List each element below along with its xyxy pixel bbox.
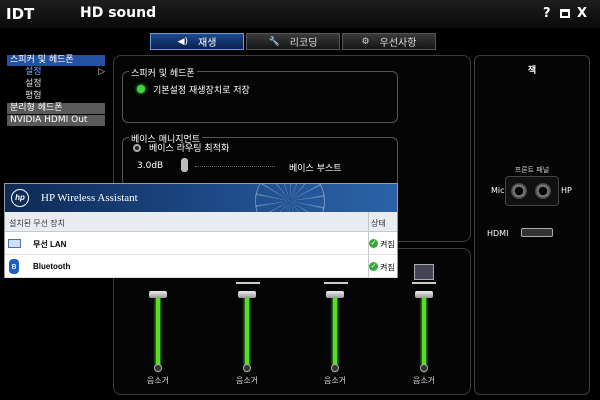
sidebar-item-separate-headphones[interactable]: 분리형 헤드폰 — [7, 103, 105, 114]
mute-icon[interactable] — [154, 364, 162, 372]
check-icon: ✓ — [369, 239, 378, 248]
sidebar-item-balance[interactable]: 평형 — [7, 91, 105, 102]
mute-label: 음소거 — [235, 376, 259, 385]
arrow-right-icon: ▷ — [98, 67, 105, 77]
col-status: 상태 — [371, 219, 386, 228]
title-bar: IDT HD sound ? X — [0, 0, 600, 28]
hp-label: HP — [561, 186, 572, 195]
bass-routing-label: 베이스 라우팅 최적화 — [149, 144, 230, 154]
speaker-group-title: 스피커 및 헤드폰 — [129, 66, 197, 79]
tab-label: 재생 — [198, 38, 217, 49]
hp-dialog-title: HP Wireless Assistant — [41, 192, 138, 204]
sidebar-item-hdmi-out[interactable]: NVIDIA HDMI Out — [7, 115, 105, 126]
col-device: 설치된 무선 장치 — [9, 219, 65, 228]
column-header: 설치된 무선 장치 상태 — [5, 212, 397, 232]
volume-slider[interactable]: 음소거 — [227, 283, 267, 393]
check-icon: ✓ — [369, 262, 378, 271]
jack-panel-title: 잭 — [527, 66, 537, 76]
bass-value: 3.0dB — [137, 161, 164, 171]
slider-fill — [333, 297, 337, 371]
tab-bar: ◀) 재생 🔧 리코딩 ⚙ 우선사항 — [150, 33, 440, 50]
default-device-label: 기본설정 재생장치로 저장 — [153, 86, 250, 96]
volume-slider[interactable]: 음소거 — [138, 283, 178, 393]
mute-label: 음소거 — [323, 376, 347, 385]
hp-header: hp HP Wireless Assistant — [5, 184, 397, 212]
slider-fill — [245, 297, 249, 371]
slider-knob[interactable] — [149, 291, 167, 298]
slider-knob[interactable] — [415, 291, 433, 298]
slider-fill — [156, 297, 160, 371]
slider-knob[interactable] — [326, 291, 344, 298]
tab-preferences[interactable]: ⚙ 우선사항 — [342, 33, 436, 50]
slider-knob[interactable] — [238, 291, 256, 298]
bass-group: 베이스 매니지먼트 베이스 라우팅 최적화 3.0dB 베이스 부스트 — [122, 132, 398, 187]
mic-jack-icon[interactable] — [511, 183, 527, 199]
tab-label: 리코딩 — [289, 38, 318, 49]
volume-slider[interactable]: 음소거 — [315, 283, 355, 393]
bass-boost-label: 베이스 부스트 — [289, 164, 342, 174]
device-status: 켜짐 — [380, 240, 395, 249]
mute-label: 음소거 — [146, 376, 170, 385]
close-button[interactable]: X — [577, 6, 587, 21]
bass-routing-radio[interactable] — [133, 144, 141, 152]
table-row[interactable]: ʙ Bluetooth ✓ 켜짐 — [5, 255, 397, 278]
brand-name: IDT — [6, 5, 35, 23]
front-panel-label: 프론트 패널 — [514, 166, 550, 174]
jack-panel: 잭 프론트 패널 Mic HP HDMI — [474, 55, 590, 395]
speaker-group: 스피커 및 헤드폰 기본설정 재생장치로 저장 — [122, 66, 398, 123]
hdmi-label: HDMI — [487, 229, 509, 238]
bluetooth-icon: ʙ — [9, 259, 19, 274]
hdmi-port-icon[interactable] — [521, 228, 553, 237]
bass-slider-track[interactable] — [195, 166, 275, 167]
wrench-icon: 🔧 — [268, 36, 280, 47]
default-device-radio[interactable] — [137, 85, 145, 93]
tab-playback[interactable]: ◀) 재생 — [150, 33, 244, 50]
hp-logo: hp — [11, 189, 29, 207]
sidebar-item-settings[interactable]: 설정 — [7, 79, 105, 90]
mute-label: 음소거 — [412, 376, 436, 385]
mute-icon[interactable] — [420, 364, 428, 372]
monitor-icon[interactable] — [414, 264, 434, 280]
tab-label: 우선사항 — [379, 38, 417, 49]
ferris-wheel-graphic — [255, 184, 325, 212]
bass-slider-knob[interactable] — [181, 158, 188, 172]
mute-icon[interactable] — [243, 364, 251, 372]
headphone-jack-icon[interactable] — [535, 183, 551, 199]
volume-slider[interactable]: 음소거 — [404, 283, 444, 393]
hp-wireless-assistant-window: hp HP Wireless Assistant 설치된 무선 장치 상태 무선… — [4, 183, 398, 278]
help-button[interactable]: ? — [543, 6, 551, 21]
mic-label: Mic — [491, 186, 505, 195]
device-name: Bluetooth — [33, 262, 71, 271]
app-title: HD sound — [80, 5, 157, 21]
sidebar-item-speakers[interactable]: 스피커 및 헤드폰 — [7, 55, 105, 66]
minimize-button[interactable] — [560, 9, 570, 18]
mute-icon[interactable] — [331, 364, 339, 372]
device-sidebar: 스피커 및 헤드폰 설정 ▷ 설정 평형 분리형 헤드폰 NVIDIA HDMI… — [7, 55, 105, 127]
speaker-icon: ◀) — [177, 36, 189, 47]
slider-fill — [422, 297, 426, 371]
laptop-wifi-icon — [8, 239, 21, 248]
device-status: 켜짐 — [380, 263, 395, 272]
table-row[interactable]: 무선 LAN ✓ 켜짐 — [5, 232, 397, 255]
idt-logo: IDT HD sound — [6, 5, 156, 23]
tab-recording[interactable]: 🔧 리코딩 — [246, 33, 340, 50]
device-name: 무선 LAN — [33, 240, 67, 249]
gear-icon: ⚙ — [361, 36, 370, 47]
sidebar-item-settings-selected[interactable]: 설정 — [7, 67, 105, 78]
